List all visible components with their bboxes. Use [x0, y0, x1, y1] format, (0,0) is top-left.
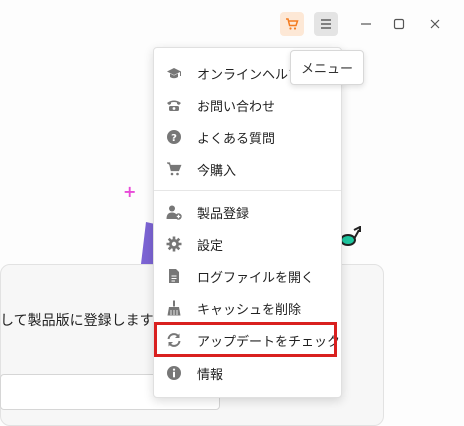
- cart-icon: [167, 162, 182, 176]
- menu-divider: [154, 190, 341, 191]
- menu-item-label: 設定: [197, 239, 224, 254]
- user-add-icon: [166, 205, 182, 220]
- menu-item-open-log-file[interactable]: ログファイルを開く: [154, 260, 341, 292]
- phone-icon: [167, 100, 181, 111]
- maximize-icon: [393, 18, 405, 30]
- menu-item-label: ログファイルを開く: [197, 271, 315, 286]
- maximize-button[interactable]: [389, 14, 409, 34]
- menu-item-contact[interactable]: お問い合わせ: [154, 89, 341, 121]
- cart-button[interactable]: [280, 12, 304, 36]
- close-icon: [430, 19, 440, 29]
- svg-text:?: ?: [171, 133, 177, 144]
- close-button[interactable]: [425, 14, 445, 34]
- question-circle-icon: ?: [167, 130, 181, 144]
- menu-item-settings[interactable]: 設定: [154, 228, 341, 260]
- cart-icon: [286, 18, 299, 30]
- menu-item-clear-cache[interactable]: キャッシュを削除: [154, 292, 341, 324]
- menu-button[interactable]: [314, 12, 338, 36]
- document-icon: [169, 269, 179, 283]
- graduation-cap-icon: [167, 68, 181, 79]
- menu-item-label: 製品登録: [197, 207, 250, 222]
- broom-icon: [167, 300, 181, 316]
- hamburger-menu-icon: [321, 19, 331, 29]
- menu-item-about[interactable]: 情報: [154, 357, 341, 389]
- info-circle-icon: [167, 366, 181, 380]
- menu-item-label: 今購入: [197, 164, 237, 179]
- menu-item-label: 情報: [197, 368, 224, 383]
- check-update-highlight: [154, 322, 337, 357]
- sparkle-decoration: +: [123, 182, 137, 201]
- register-description: して製品版に登録します: [0, 313, 154, 329]
- minimize-icon: [361, 23, 371, 25]
- menu-item-label: お問い合わせ: [197, 100, 276, 115]
- menu-item-faq[interactable]: ? よくある質問: [154, 121, 341, 153]
- menu-tooltip: メニュー: [290, 50, 364, 85]
- menu-item-label: よくある質問: [197, 132, 276, 147]
- menu-item-product-registration[interactable]: 製品登録: [154, 196, 341, 228]
- menu-item-buy-now[interactable]: 今購入: [154, 153, 341, 185]
- menu-item-label: オンラインヘルプ: [197, 68, 302, 83]
- menu-item-label: キャッシュを削除: [197, 303, 302, 318]
- gear-icon: [166, 236, 182, 252]
- minimize-button[interactable]: [356, 14, 376, 34]
